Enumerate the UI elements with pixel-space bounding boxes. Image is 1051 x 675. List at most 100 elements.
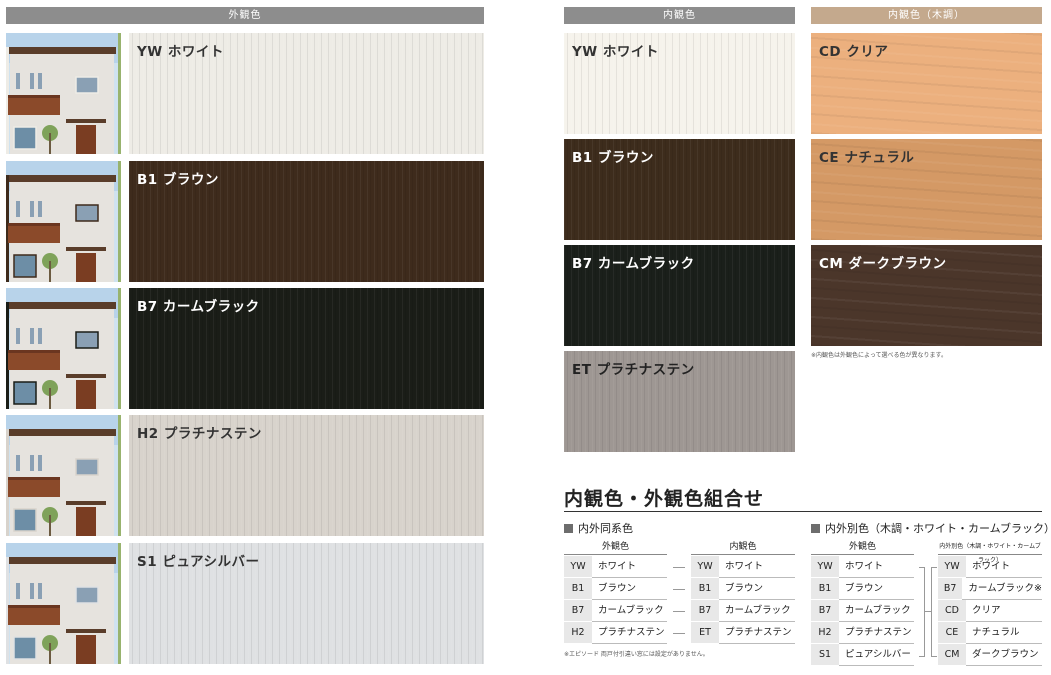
combination-row: S1 ピュアシルバー bbox=[811, 644, 914, 666]
interior-wood-header: 内観色（木調） bbox=[811, 7, 1042, 24]
color-name: カームブラック bbox=[592, 600, 667, 622]
house-photo bbox=[6, 33, 121, 154]
same-system-title: 内外同系色 bbox=[564, 520, 633, 536]
combination-row: CD クリア bbox=[938, 600, 1042, 622]
house-photo bbox=[6, 288, 121, 409]
color-code: B7 bbox=[564, 600, 592, 622]
exterior-swatch: B7 カームブラック bbox=[129, 288, 484, 409]
swatch-label: CD クリア bbox=[819, 44, 889, 60]
same-ext-col-header: 外観色 bbox=[564, 540, 667, 555]
connector-line bbox=[924, 611, 932, 612]
combination-row: B1 ブラウン bbox=[691, 578, 795, 600]
color-code: CD bbox=[938, 600, 966, 622]
wood-swatch: CD クリア bbox=[811, 33, 1042, 134]
color-name: ホワイト bbox=[839, 556, 914, 578]
bracket-left bbox=[919, 567, 925, 657]
combination-row: YW ホワイト bbox=[811, 556, 914, 578]
color-code: CE bbox=[938, 622, 966, 644]
color-name: プラチナステン bbox=[719, 622, 795, 644]
same-int-col-header: 内観色 bbox=[691, 540, 795, 555]
swatch-label: B1 ブラウン bbox=[137, 172, 219, 188]
combination-row: YW ホワイト bbox=[691, 556, 795, 578]
color-name: ナチュラル bbox=[966, 622, 1042, 644]
color-code: H2 bbox=[564, 622, 592, 644]
interior-swatch: B1 ブラウン bbox=[564, 139, 795, 240]
combination-row: YW ホワイト bbox=[564, 556, 667, 578]
color-name: ダークブラウン bbox=[966, 644, 1042, 666]
color-code: YW bbox=[564, 556, 592, 578]
color-code: YW bbox=[811, 556, 839, 578]
swatch-label: B7 カームブラック bbox=[137, 299, 260, 315]
color-code: B1 bbox=[811, 578, 839, 600]
color-name: プラチナステン bbox=[592, 622, 667, 644]
different-title-text: 内外別色（木調・ホワイト・カームブラック） bbox=[825, 522, 1051, 535]
combination-row: CE ナチュラル bbox=[938, 622, 1042, 644]
interior-swatch: ET プラチナステン bbox=[564, 351, 795, 452]
swatch-label: YW ホワイト bbox=[137, 44, 224, 60]
wood-swatch: CE ナチュラル bbox=[811, 139, 1042, 240]
connector-line bbox=[673, 589, 685, 590]
wood-note: ※内観色は外観色によって選べる色が異なります。 bbox=[811, 352, 947, 359]
swatch-label: CM ダークブラウン bbox=[819, 256, 947, 272]
swatch-label: ET プラチナステン bbox=[572, 362, 695, 378]
color-name: カームブラック bbox=[839, 600, 914, 622]
interior-swatch: YW ホワイト bbox=[564, 33, 795, 134]
diff-ext-col-header: 外観色 bbox=[811, 540, 914, 555]
title-rule bbox=[564, 511, 1042, 512]
swatch-label: YW ホワイト bbox=[572, 44, 659, 60]
color-name: プラチナステン bbox=[839, 622, 914, 644]
color-name: ピュアシルバー bbox=[839, 644, 914, 666]
color-name: ブラウン bbox=[592, 578, 667, 600]
color-code: B7 bbox=[691, 600, 719, 622]
combination-title: 内観色・外観色組合せ bbox=[564, 488, 765, 510]
color-code: B7 bbox=[811, 600, 839, 622]
combination-row: B7 カームブラック bbox=[691, 600, 795, 622]
color-name: ホワイト bbox=[966, 556, 1042, 578]
exterior-swatch: YW ホワイト bbox=[129, 33, 484, 154]
swatch-label: B7 カームブラック bbox=[572, 256, 695, 272]
interior-swatch: B7 カームブラック bbox=[564, 245, 795, 346]
exterior-swatch: S1 ピュアシルバー bbox=[129, 543, 484, 664]
swatch-label: S1 ピュアシルバー bbox=[137, 554, 260, 570]
exterior-swatch: H2 プラチナステン bbox=[129, 415, 484, 536]
color-name: カームブラック bbox=[719, 600, 795, 622]
color-code: CM bbox=[938, 644, 966, 666]
interior-header: 内観色 bbox=[564, 7, 795, 24]
house-photo bbox=[6, 415, 121, 536]
color-name: カームブラック※ bbox=[962, 578, 1042, 600]
color-name: クリア bbox=[966, 600, 1042, 622]
color-code: H2 bbox=[811, 622, 839, 644]
exterior-swatch: B1 ブラウン bbox=[129, 161, 484, 282]
diff-int-col-header: 内外別色（木調・ホワイト・カームブラック） bbox=[938, 540, 1042, 564]
bullet-square-icon bbox=[811, 524, 820, 533]
bullet-square-icon bbox=[564, 524, 573, 533]
connector-line bbox=[673, 567, 685, 568]
combination-row: CM ダークブラウン bbox=[938, 644, 1042, 666]
color-code: YW bbox=[691, 556, 719, 578]
color-name: ブラウン bbox=[839, 578, 914, 600]
color-code: ET bbox=[691, 622, 719, 644]
color-code: B1 bbox=[564, 578, 592, 600]
combination-row: ET プラチナステン bbox=[691, 622, 795, 644]
combination-row: H2 プラチナステン bbox=[564, 622, 667, 644]
combination-row: YW ホワイト bbox=[938, 556, 1042, 578]
house-photo bbox=[6, 161, 121, 282]
wood-swatch: CM ダークブラウン bbox=[811, 245, 1042, 346]
color-name: ホワイト bbox=[719, 556, 795, 578]
color-code: B1 bbox=[691, 578, 719, 600]
color-code: S1 bbox=[811, 644, 839, 666]
combination-row: H2 プラチナステン bbox=[811, 622, 914, 644]
color-name: ホワイト bbox=[592, 556, 667, 578]
connector-line bbox=[673, 633, 685, 634]
combination-row: B7 カームブラック※ bbox=[938, 578, 1042, 600]
combination-row: B7 カームブラック bbox=[811, 600, 914, 622]
same-system-note: ※エピソード 両戸付引違い窓には設定がありません。 bbox=[564, 651, 709, 658]
same-system-title-text: 内外同系色 bbox=[578, 522, 633, 535]
swatch-label: B1 ブラウン bbox=[572, 150, 654, 166]
bracket-right bbox=[931, 567, 937, 657]
exterior-header: 外観色 bbox=[6, 7, 484, 24]
swatch-label: CE ナチュラル bbox=[819, 150, 915, 166]
color-code: B7 bbox=[938, 578, 963, 600]
different-title: 内外別色（木調・ホワイト・カームブラック） bbox=[811, 520, 1051, 536]
house-photo bbox=[6, 543, 121, 664]
